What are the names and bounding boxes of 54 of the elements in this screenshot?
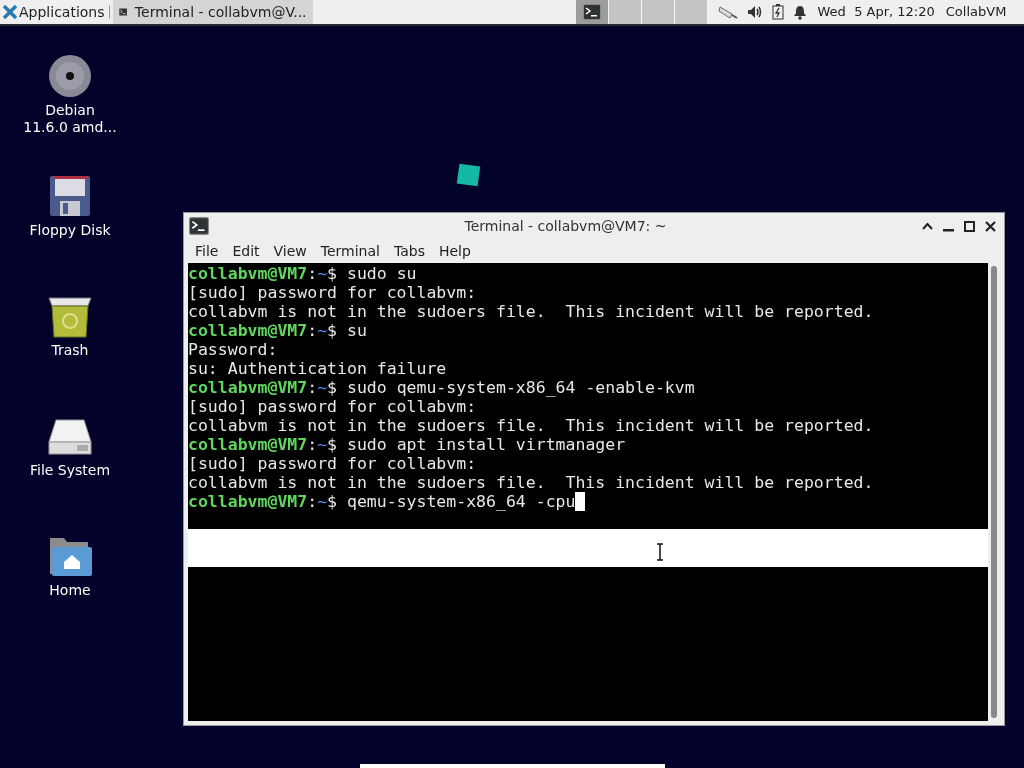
disc-icon [48,54,92,98]
desktop-icon-label[interactable]: File System [29,462,111,479]
roll-up-icon[interactable] [922,222,933,230]
prompt-user: collabvm@VM7 [188,435,308,454]
prompt-user: collabvm@VM7 [188,378,308,397]
user-name[interactable]: CollabVM [945,2,1007,22]
menu-item[interactable]: Help [433,240,476,262]
trash-icon [48,294,92,338]
command-text: sudo su [345,264,417,283]
command-text: qemu-system-x86_64 -cpu [345,492,576,511]
command-text: sudo apt install virtmanager [345,435,626,454]
maximize-icon[interactable] [964,220,975,232]
desktop-icon-label[interactable]: Debian 11.6.0 amd... [23,102,117,136]
output-line: Password: [188,340,278,359]
prompt-path: :~$ [307,435,338,454]
output-line: collabvm is not in the sudoers file. This incident will be reported. [188,302,874,321]
glitch-square [456,163,481,187]
close-icon[interactable] [985,220,996,232]
menu-item[interactable]: Edit [227,240,265,262]
output-line: collabvm is not in the sudoers file. This incident will be reported. [188,416,874,435]
prompt-path: :~$ [307,378,338,397]
prompt-user: collabvm@VM7 [188,321,308,340]
scrollbar[interactable] [988,263,1000,721]
window-title: Terminal - collabvm@VM7: ~ [463,216,668,236]
prompt-path: :~$ [307,321,338,340]
prompt-user: collabvm@VM7 [188,264,308,283]
terminal-icon [189,217,209,235]
menu-item[interactable]: Tabs [388,240,430,262]
output-line: [sudo] password for collabvm: [188,397,477,416]
menu-item[interactable]: Terminal [315,240,385,262]
bell-icon[interactable] [792,4,807,20]
output-line: [sudo] password for collabvm: [188,454,477,473]
network-icon[interactable] [717,4,738,20]
logo-icon [3,5,17,19]
applications-menu-button[interactable]: Applications [0,0,109,24]
prompt-path: :~$ [307,492,338,511]
command-text: su [345,321,367,340]
taskbar-window-button[interactable]: Terminal - collabvm@V... [112,0,313,24]
prompt-user: collabvm@VM7 [188,492,308,511]
text-cursor-icon [656,543,664,561]
prompt-path: :~$ [307,264,338,283]
output-line: collabvm is not in the sudoers file. This incident will be reported. [188,473,874,492]
desktop-icon-label[interactable]: Home [49,582,91,599]
desktop-icon-label[interactable]: Floppy Disk [29,222,111,239]
battery-icon[interactable] [771,4,784,20]
command-text: sudo qemu-system-x86_64 -enable-kvm [345,378,695,397]
menu-item[interactable]: View [268,240,312,262]
clock[interactable]: Wed 5 Apr, 12:20 [817,2,935,22]
menu-item[interactable]: File [190,240,224,262]
output-line: su: Authentication failure [188,359,447,378]
workspace-button[interactable] [575,0,609,24]
desktop-icon-label[interactable]: Trash [51,342,89,359]
volume-icon[interactable] [746,5,763,19]
output-line: [sudo] password for collabvm: [188,283,477,302]
